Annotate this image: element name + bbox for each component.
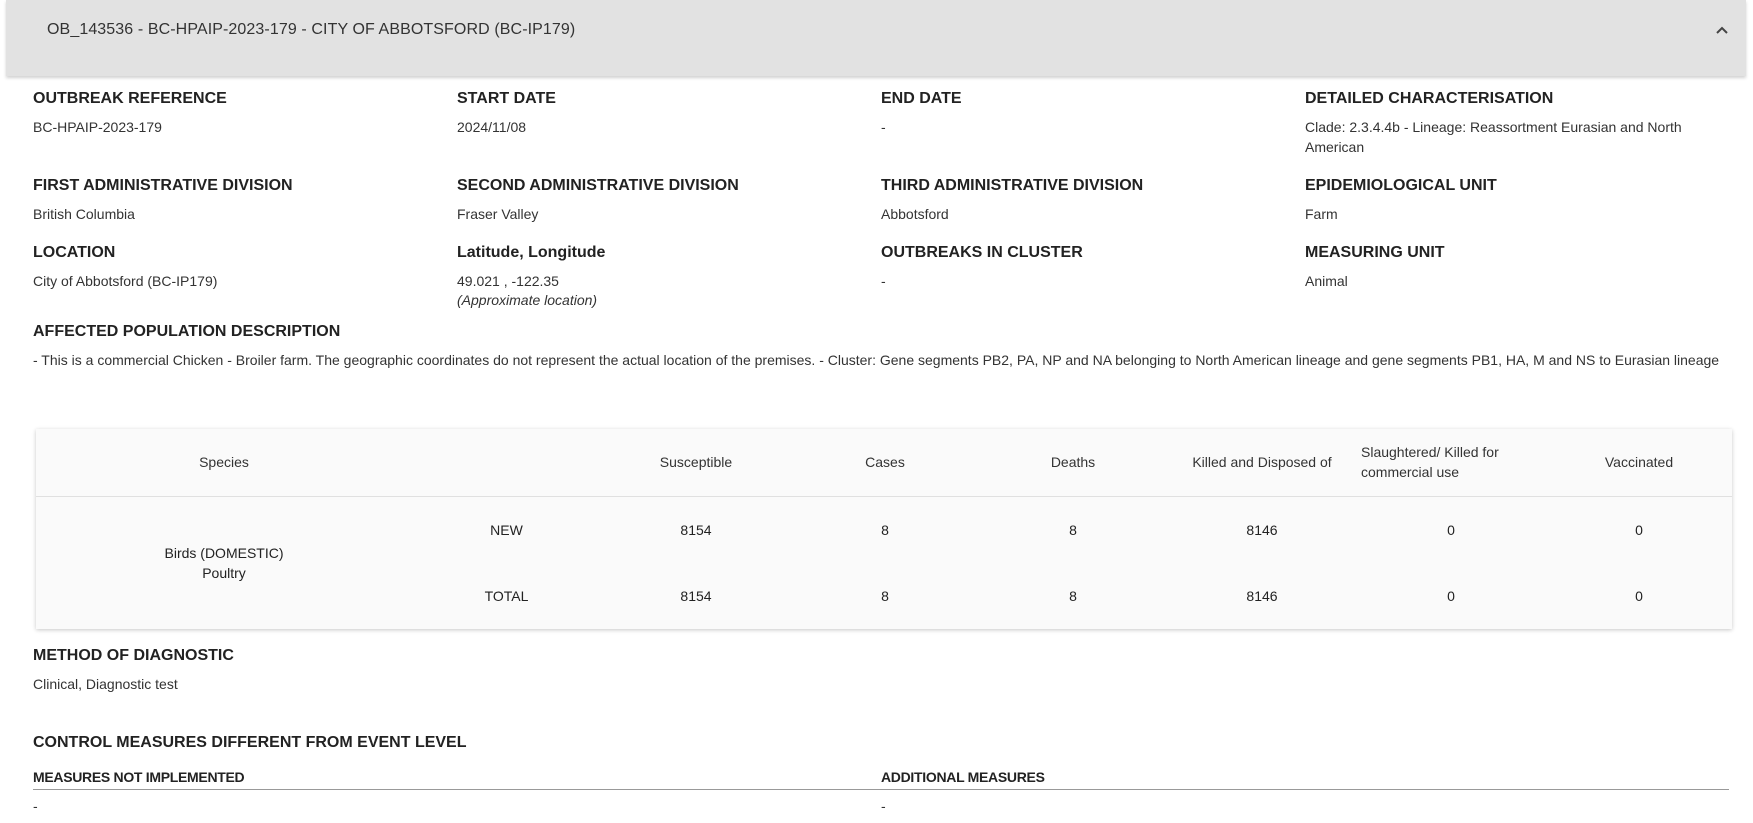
- measures-not-implemented-value: -: [33, 798, 38, 814]
- field-second-admin-division: SECOND ADMINISTRATIVE DIVISION Fraser Va…: [457, 176, 867, 224]
- field-label: EPIDEMIOLOGICAL UNIT: [1305, 177, 1497, 194]
- field-value: -: [881, 273, 886, 289]
- field-start-date: START DATE 2024/11/08: [457, 89, 867, 137]
- field-epidemiological-unit: EPIDEMIOLOGICAL UNIT Farm: [1305, 176, 1715, 224]
- field-label: THIRD ADMINISTRATIVE DIVISION: [881, 177, 1144, 194]
- outbreak-header[interactable]: OB_143536 - BC-HPAIP-2023-179 - CITY OF …: [6, 0, 1746, 76]
- table-header-row: Species Susceptible Cases Deaths Killed …: [36, 429, 1732, 497]
- field-detailed-characterisation: DETAILED CHARACTERISATION Clade: 2.3.4.4…: [1305, 89, 1735, 157]
- field-affected-population: AFFECTED POPULATION DESCRIPTION - This i…: [33, 322, 1733, 370]
- field-value: BC-HPAIP-2023-179: [33, 119, 162, 135]
- new-cases: 8: [881, 522, 889, 538]
- total-killed: 8146: [1246, 588, 1278, 604]
- field-value: Fraser Valley: [457, 206, 539, 222]
- field-value: Clade: 2.3.4.4b - Lineage: Reassortment …: [1305, 119, 1682, 155]
- control-measures-divider: [33, 789, 1729, 790]
- header-killed: Killed and Disposed of: [1192, 454, 1332, 470]
- total-cases: 8: [881, 588, 889, 604]
- outbreak-title: OB_143536 - BC-HPAIP-2023-179 - CITY OF …: [47, 21, 576, 38]
- outbreak-card: OB_143536 - BC-HPAIP-2023-179 - CITY OF …: [6, 0, 1746, 823]
- species-cell: Birds (DOMESTIC) Poultry: [36, 543, 412, 583]
- new-slaughtered: 0: [1447, 522, 1455, 538]
- measures-not-implemented-label: MEASURES NOT IMPLEMENTED: [33, 769, 245, 785]
- total-deaths: 8: [1069, 588, 1077, 604]
- field-label: OUTBREAKS IN CLUSTER: [881, 244, 1083, 261]
- new-vaccinated: 0: [1635, 522, 1643, 538]
- field-outbreaks-in-cluster: OUTBREAKS IN CLUSTER -: [881, 243, 1291, 291]
- field-label: FIRST ADMINISTRATIVE DIVISION: [33, 177, 293, 194]
- header-species: Species: [199, 454, 249, 470]
- field-label: SECOND ADMINISTRATIVE DIVISION: [457, 177, 739, 194]
- field-measuring-unit: MEASURING UNIT Animal: [1305, 243, 1715, 291]
- new-killed: 8146: [1246, 522, 1278, 538]
- field-label: END DATE: [881, 90, 962, 107]
- field-location: LOCATION City of Abbotsford (BC-IP179): [33, 243, 443, 291]
- field-value: -: [881, 119, 886, 135]
- field-label: START DATE: [457, 90, 556, 107]
- field-label: LOCATION: [33, 244, 116, 261]
- new-susceptible: 8154: [680, 522, 712, 538]
- additional-measures-value: -: [881, 798, 886, 814]
- field-label: MEASURING UNIT: [1305, 244, 1445, 261]
- field-value: British Columbia: [33, 206, 135, 222]
- total-susceptible: 8154: [680, 588, 712, 604]
- row-type-new: NEW: [490, 522, 523, 538]
- header-susceptible: Susceptible: [659, 454, 733, 470]
- header-cases: Cases: [865, 454, 905, 470]
- total-vaccinated: 0: [1635, 588, 1643, 604]
- field-value: 2024/11/08: [457, 119, 527, 135]
- species-subtype: Poultry: [202, 565, 246, 581]
- additional-measures-label: ADDITIONAL MEASURES: [881, 769, 1045, 785]
- field-value: Clinical, Diagnostic test: [33, 676, 178, 692]
- species-name: Birds (DOMESTIC): [164, 545, 284, 561]
- field-label: DETAILED CHARACTERISATION: [1305, 90, 1554, 107]
- new-deaths: 8: [1069, 522, 1077, 538]
- field-label: AFFECTED POPULATION DESCRIPTION: [33, 323, 341, 340]
- field-first-admin-division: FIRST ADMINISTRATIVE DIVISION British Co…: [33, 176, 443, 224]
- control-measures-title: CONTROL MEASURES DIFFERENT FROM EVENT LE…: [33, 734, 467, 751]
- row-type-total: TOTAL: [484, 588, 529, 604]
- lat-long-value: 49.021 , -122.35: [457, 273, 559, 289]
- field-method-of-diagnostic: METHOD OF DIAGNOSTIC Clinical, Diagnosti…: [33, 646, 633, 694]
- approx-location-note: (Approximate location): [457, 292, 598, 308]
- field-value: Animal: [1305, 273, 1348, 289]
- field-third-admin-division: THIRD ADMINISTRATIVE DIVISION Abbotsford: [881, 176, 1291, 224]
- field-value: Farm: [1305, 206, 1338, 222]
- chevron-up-icon[interactable]: [1712, 20, 1732, 40]
- field-label: OUTBREAK REFERENCE: [33, 90, 227, 107]
- field-label: Latitude, Longitude: [457, 244, 606, 261]
- outbreak-species-table: Species Susceptible Cases Deaths Killed …: [36, 429, 1732, 629]
- field-label: METHOD OF DIAGNOSTIC: [33, 647, 234, 664]
- field-outbreak-reference: OUTBREAK REFERENCE BC-HPAIP-2023-179: [33, 89, 443, 137]
- field-value: 49.021 , -122.35 (Approximate location): [457, 271, 867, 310]
- field-value: - This is a commercial Chicken - Broiler…: [33, 352, 1720, 368]
- field-value: Abbotsford: [881, 206, 949, 222]
- header-vaccinated: Vaccinated: [1604, 454, 1674, 470]
- field-value: City of Abbotsford (BC-IP179): [33, 273, 218, 289]
- header-slaughtered: Slaughtered/ Killed for commercial use: [1361, 444, 1499, 480]
- header-deaths: Deaths: [1050, 454, 1096, 470]
- total-slaughtered: 0: [1447, 588, 1455, 604]
- field-lat-long: Latitude, Longitude 49.021 , -122.35 (Ap…: [457, 243, 867, 310]
- field-end-date: END DATE -: [881, 89, 1291, 137]
